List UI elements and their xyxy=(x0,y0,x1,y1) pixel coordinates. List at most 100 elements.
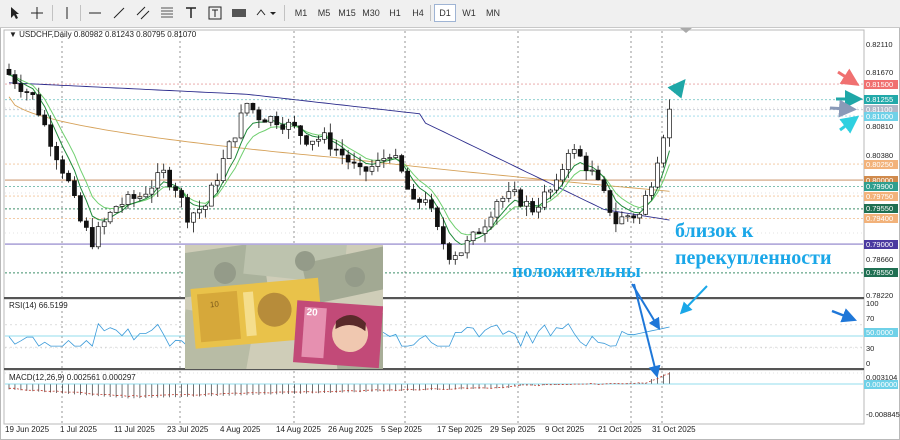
ohlc-values: 0.80982 0.81243 0.80795 0.81070 xyxy=(73,30,197,39)
candle-body xyxy=(399,155,405,172)
candle-body xyxy=(78,195,83,222)
date-label: 23 Jul 2025 xyxy=(167,425,209,434)
candle-body xyxy=(649,186,654,196)
candle-body xyxy=(149,187,155,195)
timeframe-m5[interactable]: M5 xyxy=(313,4,335,22)
candle-body xyxy=(208,184,214,207)
candle-body xyxy=(6,68,12,75)
candle-body xyxy=(179,190,184,198)
candle-body xyxy=(113,206,119,213)
candle-body xyxy=(286,121,291,130)
date-label: 11 Jul 2025 xyxy=(114,425,155,434)
candle-body xyxy=(268,116,274,123)
candle-body xyxy=(423,199,428,203)
vertical-line-icon[interactable] xyxy=(58,4,76,22)
candle-body xyxy=(375,160,381,167)
toolbar-separator xyxy=(80,5,81,21)
candle-body xyxy=(452,255,458,260)
date-label: 9 Oct 2025 xyxy=(545,425,585,434)
candle-body xyxy=(661,137,666,164)
candle-body xyxy=(583,155,589,172)
candle-body xyxy=(304,135,309,145)
timeframe-m30[interactable]: M30 xyxy=(360,4,382,22)
candle-body xyxy=(512,189,518,193)
symbol-header: ▼ USDCHF,Daily 0.80982 0.81243 0.80795 0… xyxy=(9,30,196,39)
timeframe-d1[interactable]: D1 xyxy=(434,4,456,22)
candle-body xyxy=(411,188,416,200)
candle-body xyxy=(667,108,672,139)
candle-body xyxy=(524,201,530,207)
fibonacci-icon[interactable] xyxy=(158,4,176,22)
candle-body xyxy=(470,231,476,242)
price-scale-label: 0.78660 xyxy=(866,255,894,264)
text-label-icon[interactable] xyxy=(206,4,224,22)
price-tag: 0.81255 xyxy=(864,95,898,105)
collapse-triangle-icon[interactable]: ▼ xyxy=(9,30,17,39)
rsi-50-tag: 50.0000 xyxy=(864,328,898,337)
timeframe-h1[interactable]: H1 xyxy=(384,4,406,22)
candle-body xyxy=(536,206,541,213)
candle-body xyxy=(619,216,625,225)
date-label: 4 Aug 2025 xyxy=(220,425,261,434)
candle-body xyxy=(274,116,280,126)
candle-body xyxy=(316,138,321,142)
candle-body xyxy=(42,114,48,126)
rsi-scale-100: 100 xyxy=(866,299,879,308)
candle-body xyxy=(66,172,71,182)
candle-body xyxy=(131,194,137,199)
horizontal-line-icon[interactable] xyxy=(86,4,104,22)
candle-body xyxy=(101,221,107,228)
candle-body xyxy=(24,91,30,93)
candle-body xyxy=(393,155,399,158)
timeframe-h4[interactable]: H4 xyxy=(407,4,429,22)
channel-icon[interactable] xyxy=(134,4,152,22)
candle-body xyxy=(607,190,613,213)
candle-body xyxy=(345,154,351,163)
arrows-dropdown-icon[interactable] xyxy=(254,4,278,22)
candle-body xyxy=(322,132,327,140)
candle-body xyxy=(625,215,631,218)
candle-body xyxy=(595,169,601,181)
candle-body xyxy=(554,179,559,191)
candle-body xyxy=(327,132,333,150)
candle-body xyxy=(125,194,131,205)
candle-body xyxy=(435,207,440,227)
date-label: 31 Oct 2025 xyxy=(652,425,696,434)
candle-body xyxy=(72,180,77,196)
timeframe-m1[interactable]: M1 xyxy=(290,4,312,22)
candle-body xyxy=(506,191,512,199)
candle-body xyxy=(161,169,167,174)
date-label: 26 Aug 2025 xyxy=(328,425,373,434)
price-scale-label: 0.81670 xyxy=(866,68,894,77)
candle-body xyxy=(405,170,410,190)
candle-body xyxy=(601,179,607,191)
date-label: 19 Jun 2025 xyxy=(5,425,50,434)
candle-body xyxy=(363,166,369,172)
crosshair-icon[interactable] xyxy=(28,4,46,22)
candle-body xyxy=(185,197,190,223)
candle-body xyxy=(369,166,375,172)
svg-text:20: 20 xyxy=(306,307,318,319)
arrow-gray xyxy=(829,99,857,118)
timeframe-w1[interactable]: W1 xyxy=(458,4,480,22)
rectangle-label-icon[interactable] xyxy=(230,4,248,22)
price-tag: 0.79550 xyxy=(864,204,898,214)
trendline-icon[interactable] xyxy=(110,4,128,22)
svg-text:10: 10 xyxy=(210,300,220,310)
timeframe-m15[interactable]: M15 xyxy=(336,4,358,22)
timeframe-mn[interactable]: MN xyxy=(482,4,504,22)
candle-body xyxy=(441,226,446,244)
candle-body xyxy=(464,240,470,254)
candle-body xyxy=(482,226,488,234)
candle-body xyxy=(559,169,565,181)
candle-body xyxy=(238,112,244,139)
candle-body xyxy=(95,226,101,248)
text-tool-icon[interactable] xyxy=(182,4,200,22)
price-tag: 0.79750 xyxy=(864,191,898,201)
date-label: 21 Oct 2025 xyxy=(598,425,642,434)
candle-body xyxy=(351,161,357,164)
candle-body xyxy=(173,186,178,191)
candle-body xyxy=(488,216,494,228)
cursor-icon[interactable] xyxy=(6,4,24,22)
candle-body xyxy=(310,140,315,145)
